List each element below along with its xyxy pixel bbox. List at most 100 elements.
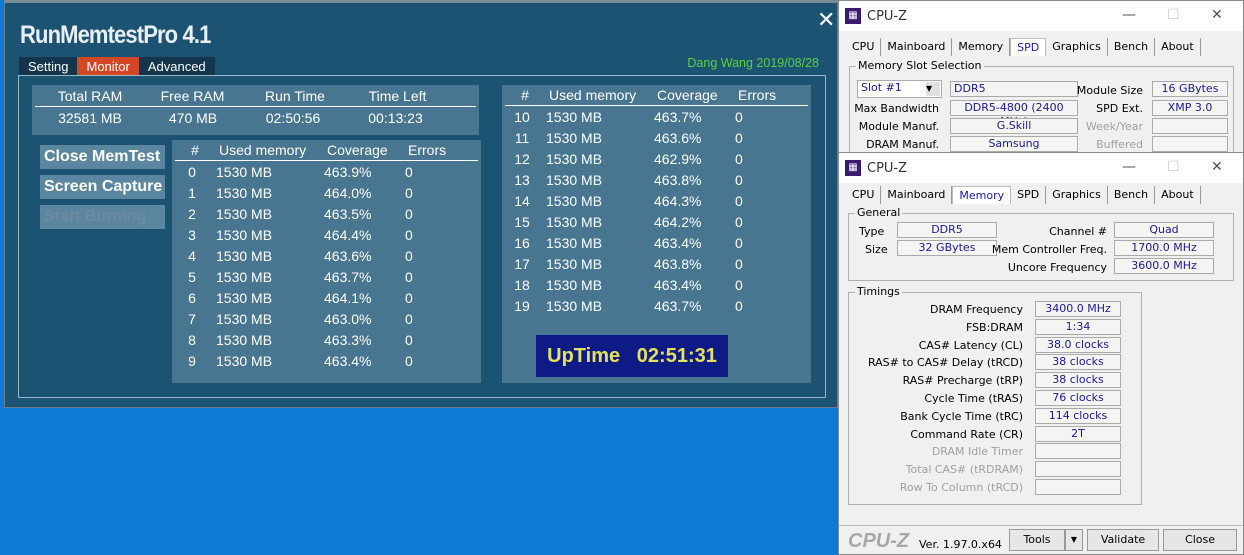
coverage: 464.4% [324, 226, 372, 243]
timing-label: RAS# Precharge (tRP) [902, 374, 1023, 388]
tab-graphics[interactable]: Graphics [1046, 186, 1108, 204]
table-row: 10 1530 MB 463.7% 0 [502, 106, 811, 127]
tab-mainboard[interactable]: Mainboard [881, 38, 953, 56]
uncore-frequency-label: Uncore Frequency [1007, 261, 1107, 274]
thread-index: 3 [188, 226, 196, 243]
group-label: Timings [855, 285, 902, 298]
tab-advanced[interactable]: Advanced [139, 57, 215, 75]
thread-index: 5 [188, 268, 196, 285]
used-memory: 1530 MB [216, 310, 273, 327]
total-ram-label: Total RAM [57, 87, 123, 104]
slot-select[interactable]: Slot #1 ▼ [857, 80, 942, 98]
close-memtest-button[interactable]: Close MemTest [40, 145, 165, 169]
errors: 0 [405, 226, 413, 243]
channel-label: Channel # [1049, 225, 1107, 238]
maximize-icon[interactable]: ☐ [1167, 159, 1180, 175]
buffered-value [1152, 136, 1228, 152]
chevron-down-icon[interactable]: ▼ [1065, 529, 1083, 551]
table-row: 11 1530 MB 463.6% 0 [502, 127, 811, 148]
max-bandwidth-value: DDR5-4800 (2400 MHz) [950, 100, 1078, 128]
errors: 0 [735, 171, 743, 188]
timing-value: 76 clocks [1035, 390, 1121, 406]
minimize-icon[interactable]: — [1122, 159, 1136, 175]
close-icon[interactable]: ✕ [817, 7, 835, 33]
coverage: 464.3% [654, 192, 702, 209]
maximize-icon[interactable]: ☐ [1167, 7, 1180, 23]
tab-graphics[interactable]: Graphics [1046, 38, 1108, 56]
timing-value: 3400.0 MHz [1035, 301, 1121, 317]
tab-bench[interactable]: Bench [1108, 38, 1156, 56]
thread-index: 1 [188, 184, 196, 201]
close-button[interactable]: Close [1163, 529, 1237, 551]
tab-spd[interactable]: SPD [1010, 38, 1047, 56]
free-ram-value: 470 MB [168, 110, 218, 126]
timing-label: DRAM Idle Timer [931, 445, 1023, 459]
close-icon[interactable]: ✕ [1211, 7, 1223, 23]
coverage: 463.6% [654, 129, 702, 146]
close-icon[interactable]: ✕ [1211, 159, 1223, 175]
tab-cpu[interactable]: CPU [846, 186, 882, 204]
tab-about[interactable]: About [1155, 186, 1201, 204]
tools-button[interactable]: Tools [1009, 529, 1065, 551]
used-memory: 1530 MB [216, 268, 273, 285]
column-header: Errors [408, 142, 447, 158]
max-bandwidth-label: Max Bandwidth [854, 102, 939, 115]
thread-index: 0 [188, 163, 196, 180]
timing-label: CAS# Latency (CL) [918, 338, 1023, 352]
module-size-value: 16 GBytes [1152, 81, 1228, 97]
week-year-value [1152, 118, 1228, 134]
week-year-label: Week/Year [1085, 120, 1143, 133]
errors: 0 [735, 129, 743, 146]
tab-mainboard[interactable]: Mainboard [881, 186, 953, 204]
screen-capture-button[interactable]: Screen Capture [40, 175, 165, 199]
tab-setting[interactable]: Setting [19, 57, 77, 75]
errors: 0 [405, 331, 413, 348]
tab-spd[interactable]: SPD [1011, 186, 1047, 204]
timing-value [1035, 479, 1121, 495]
spd-ext-label: SPD Ext. [1096, 102, 1143, 115]
timing-label: DRAM Frequency [929, 303, 1023, 316]
thread-index: 6 [188, 289, 196, 306]
errors: 0 [405, 310, 413, 327]
thread-index: 14 [514, 192, 530, 209]
time-left-value: 00:13:23 [368, 110, 423, 126]
table-header: # Used memory Coverage Errors [505, 85, 808, 106]
thread-index: 8 [188, 331, 196, 348]
tab-bench[interactable]: Bench [1108, 186, 1156, 204]
minimize-icon[interactable]: — [1122, 7, 1136, 23]
used-memory: 1530 MB [216, 331, 273, 348]
errors: 0 [405, 163, 413, 180]
validate-button[interactable]: Validate [1087, 529, 1159, 551]
tab-memory[interactable]: Memory [952, 38, 1011, 56]
tab-about[interactable]: About [1155, 38, 1201, 56]
tab-monitor[interactable]: Monitor [77, 57, 139, 75]
errors: 0 [405, 247, 413, 264]
used-memory: 1530 MB [546, 213, 603, 230]
mem-controller-freq-value: 1700.0 MHz [1114, 240, 1214, 256]
column-header: Errors [738, 87, 777, 103]
coverage: 463.4% [324, 352, 372, 369]
group-label: Memory Slot Selection [856, 59, 984, 72]
runmemtest-window: RunMemtestPro 4.1 ✕ Setting Monitor Adva… [4, 0, 838, 408]
errors: 0 [735, 276, 743, 293]
buffered-label: Buffered [1096, 138, 1143, 151]
used-memory: 1530 MB [216, 205, 273, 222]
run-time-label: Run Time [265, 87, 325, 104]
used-memory: 1530 MB [216, 226, 273, 243]
thread-index: 11 [514, 129, 530, 146]
used-memory: 1530 MB [546, 192, 603, 209]
type-label: Type [859, 225, 885, 238]
chevron-down-icon[interactable]: ▼ [926, 82, 940, 96]
errors: 0 [735, 213, 743, 230]
memory-type-value: DDR5 [950, 81, 1078, 97]
coverage: 464.2% [654, 213, 702, 230]
thread-index: 2 [188, 205, 196, 222]
coverage: 462.9% [654, 150, 702, 167]
tab-cpu[interactable]: CPU [846, 38, 882, 56]
coverage: 463.8% [654, 171, 702, 188]
free-ram-label: Free RAM [160, 87, 225, 104]
tab-bar: Setting Monitor Advanced [19, 57, 215, 75]
tab-memory[interactable]: Memory [952, 186, 1012, 204]
timing-label: Row To Column (tRCD) [899, 481, 1023, 494]
thread-index: 12 [514, 150, 530, 167]
